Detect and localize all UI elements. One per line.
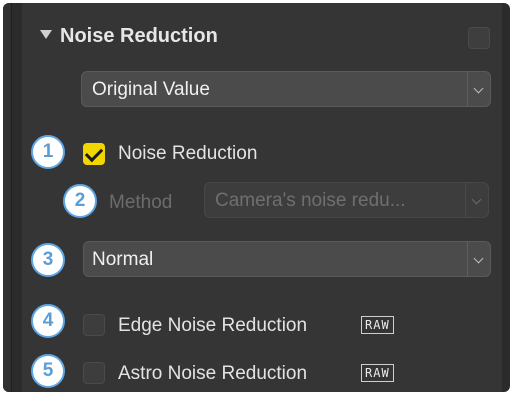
- callout-2: 2: [63, 184, 97, 218]
- raw-badge: RAW: [361, 364, 394, 382]
- panel-toggle-box[interactable]: [468, 27, 490, 49]
- astro-noise-label: Astro Noise Reduction: [118, 363, 308, 384]
- chevron-down-icon[interactable]: [467, 242, 490, 276]
- collapse-triangle-icon[interactable]: [40, 30, 52, 39]
- strength-select[interactable]: Normal: [83, 241, 491, 277]
- chevron-down-icon[interactable]: [467, 72, 490, 106]
- callout-5: 5: [31, 354, 65, 388]
- edge-noise-checkbox[interactable]: [83, 314, 105, 336]
- method-select-value: Camera's noise redu...: [215, 190, 406, 211]
- noise-reduction-label: Noise Reduction: [118, 143, 258, 164]
- panel-header[interactable]: Noise Reduction: [22, 3, 502, 55]
- strength-select-value: Normal: [92, 249, 154, 270]
- noise-reduction-checkbox[interactable]: [83, 143, 105, 165]
- raw-badge: RAW: [361, 316, 394, 334]
- callout-4: 4: [31, 304, 65, 338]
- edge-noise-label: Edge Noise Reduction: [118, 315, 308, 336]
- callout-1: 1: [31, 135, 65, 169]
- chevron-down-icon: [465, 183, 488, 217]
- panel-title: Noise Reduction: [60, 25, 218, 47]
- callout-3: 3: [31, 243, 65, 277]
- method-label: Method: [109, 192, 173, 213]
- astro-noise-checkbox[interactable]: [83, 362, 105, 384]
- left-scroll-strip: [3, 3, 12, 392]
- method-select: Camera's noise redu...: [204, 182, 489, 218]
- preset-select-value: Original Value: [92, 79, 210, 100]
- preset-select[interactable]: Original Value: [81, 71, 491, 107]
